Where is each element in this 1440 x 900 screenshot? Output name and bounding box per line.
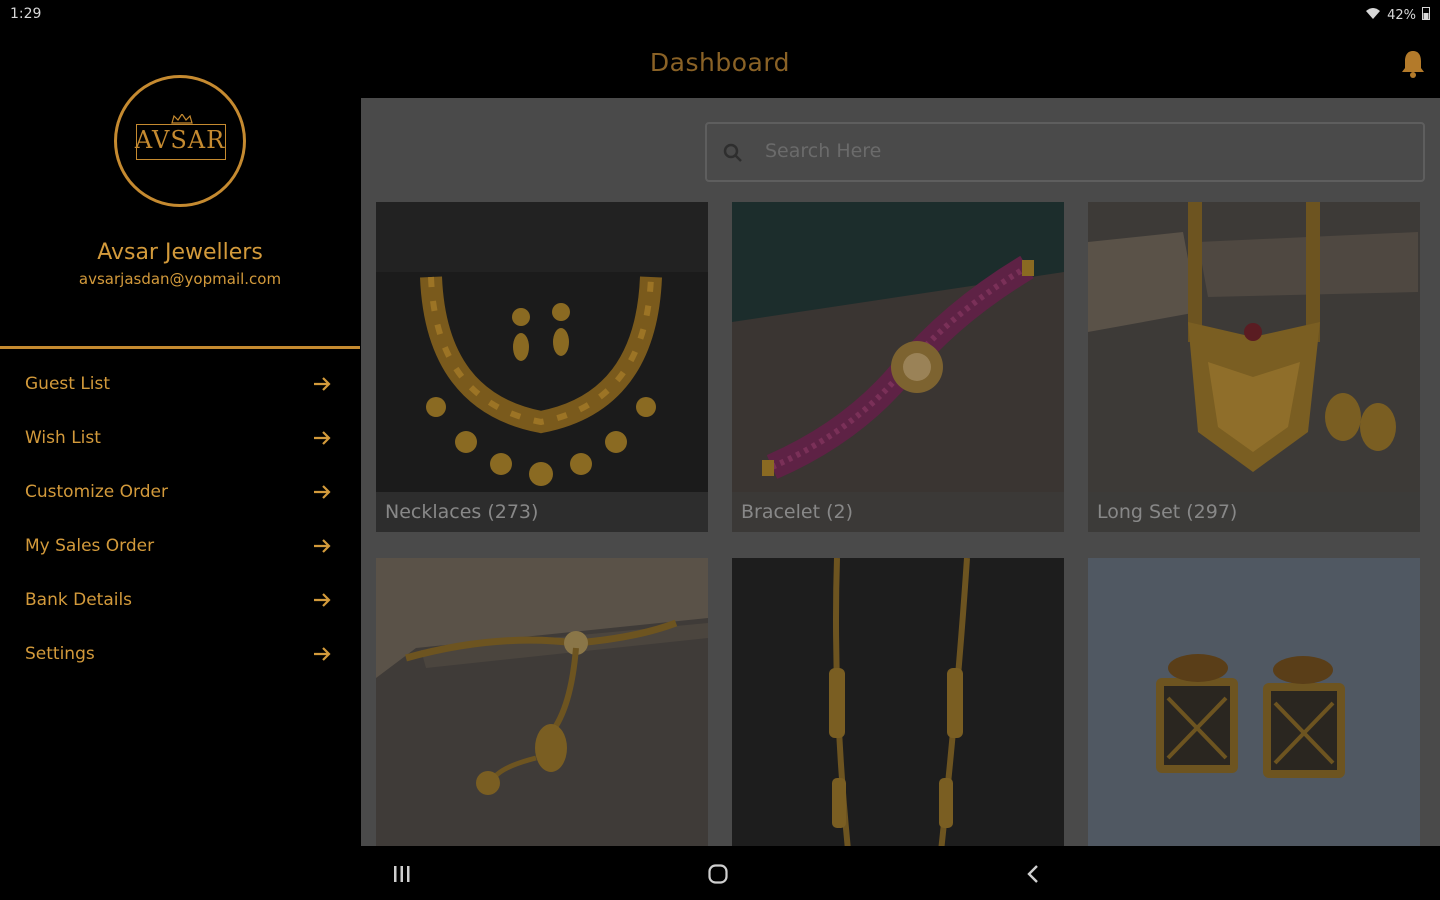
recent-apps-icon[interactable] xyxy=(390,862,414,886)
crown-icon xyxy=(171,114,193,124)
main-content: Search Here Necklaces (273) Bracelet (2)… xyxy=(361,98,1440,846)
menu-item-my-sales-order[interactable]: My Sales Order xyxy=(0,519,360,573)
necklace-image xyxy=(376,202,708,532)
chain-image xyxy=(732,558,1064,846)
status-time: 1:29 xyxy=(10,6,42,22)
page-title: Dashboard xyxy=(649,48,791,77)
arrow-right-icon xyxy=(314,485,331,499)
status-icons: 42% xyxy=(1365,6,1430,24)
arrow-right-icon xyxy=(314,647,331,661)
long-set-image xyxy=(1088,202,1420,532)
menu-item-wish-list[interactable]: Wish List xyxy=(0,411,360,465)
menu-item-label: My Sales Order xyxy=(25,536,155,556)
logo-text: AVSAR xyxy=(134,126,226,154)
drawer-divider xyxy=(0,346,360,349)
earrings-image xyxy=(1088,558,1420,846)
menu-item-label: Customize Order xyxy=(25,482,168,502)
brand-logo: AVSAR xyxy=(114,75,246,207)
bracelet-image xyxy=(732,202,1064,532)
status-bar: 1:29 42% xyxy=(0,0,1440,30)
search-input[interactable]: Search Here xyxy=(705,122,1425,182)
bell-icon[interactable] xyxy=(1400,48,1426,78)
hand-chain-image xyxy=(376,558,708,846)
category-tile-earrings[interactable] xyxy=(1088,558,1420,846)
menu-item-customize-order[interactable]: Customize Order xyxy=(0,465,360,519)
arrow-right-icon xyxy=(314,593,331,607)
arrow-right-icon xyxy=(314,377,331,391)
category-tile-long-set[interactable]: Long Set (297) xyxy=(1088,202,1420,532)
menu-item-label: Wish List xyxy=(25,428,101,448)
arrow-right-icon xyxy=(314,431,331,445)
menu-item-bank-details[interactable]: Bank Details xyxy=(0,573,360,627)
category-label: Long Set (297) xyxy=(1088,492,1420,532)
back-icon[interactable] xyxy=(1022,862,1046,886)
category-tile-hand-chain[interactable] xyxy=(376,558,708,846)
home-icon[interactable] xyxy=(706,862,730,886)
category-tile-bracelet[interactable]: Bracelet (2) xyxy=(732,202,1064,532)
system-nav-bar xyxy=(0,846,1440,900)
category-label: Bracelet (2) xyxy=(732,492,1064,532)
menu-item-label: Settings xyxy=(25,644,95,664)
arrow-right-icon xyxy=(314,539,331,553)
battery-label: 42% xyxy=(1387,7,1416,23)
user-email: avsarjasdan@yopmail.com xyxy=(78,270,282,288)
user-name: Avsar Jewellers xyxy=(97,240,263,265)
search-placeholder: Search Here xyxy=(765,140,882,162)
battery-icon xyxy=(1422,6,1430,24)
menu-item-label: Guest List xyxy=(25,374,111,394)
search-icon xyxy=(721,141,745,165)
wifi-icon xyxy=(1365,7,1381,23)
menu-item-label: Bank Details xyxy=(25,590,133,610)
drawer-menu: Guest List Wish List Customize Order My … xyxy=(0,357,360,681)
menu-item-settings[interactable]: Settings xyxy=(0,627,360,681)
category-tile-necklaces[interactable]: Necklaces (273) xyxy=(376,202,708,532)
menu-item-guest-list[interactable]: Guest List xyxy=(0,357,360,411)
navigation-drawer: AVSAR Avsar Jewellers avsarjasdan@yopmai… xyxy=(0,30,360,846)
category-label: Necklaces (273) xyxy=(376,492,708,532)
category-tile-chain[interactable] xyxy=(732,558,1064,846)
